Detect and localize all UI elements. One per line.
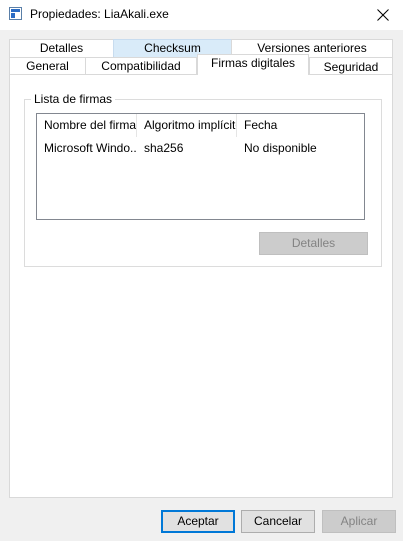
window-app-icon [9, 7, 22, 20]
tab-detalles[interactable]: Detalles [9, 39, 114, 58]
column-header-algorithm[interactable]: Algoritmo implícito [137, 114, 237, 137]
cancel-button[interactable]: Cancelar [241, 510, 315, 533]
tab-label: Versiones anteriores [257, 41, 367, 55]
algorithm-cell: sha256 [144, 141, 184, 155]
tab-compatibilidad[interactable]: Compatibilidad [85, 57, 197, 75]
date-cell: No disponible [244, 141, 317, 155]
tab-label: General [26, 59, 69, 73]
list-header: Nombre del firma... Algoritmo implícito … [37, 114, 364, 137]
tab-label: Seguridad [323, 60, 379, 74]
close-button[interactable] [363, 0, 403, 30]
digital-signatures-panel: Lista de firmas Nombre del firma... Algo… [9, 74, 393, 498]
signature-list-group: Lista de firmas Nombre del firma... Algo… [24, 92, 382, 267]
list-item[interactable]: Microsoft Windo... sha256 No disponible [37, 138, 364, 158]
tab-label: Checksum [144, 41, 201, 55]
signature-list-label: Lista de firmas [31, 92, 116, 106]
column-header-name[interactable]: Nombre del firma... [37, 114, 137, 137]
title-bar: Propiedades: LiaAkali.exe [0, 0, 403, 30]
tab-seguridad[interactable]: Seguridad [309, 57, 393, 75]
tab-label: Detalles [39, 41, 84, 55]
apply-button[interactable]: Aplicar [322, 510, 396, 533]
window-title: Propiedades: LiaAkali.exe [30, 7, 169, 21]
close-icon [377, 9, 389, 21]
details-button[interactable]: Detalles [259, 232, 368, 255]
tab-general[interactable]: General [9, 57, 86, 75]
signature-list[interactable]: Nombre del firma... Algoritmo implícito … [36, 113, 365, 220]
signer-name-cell: Microsoft Windo... [44, 141, 137, 155]
tab-label: Compatibilidad [101, 59, 181, 73]
properties-window: Propiedades: LiaAkali.exe Detalles Check… [0, 0, 403, 541]
accept-button[interactable]: Aceptar [161, 510, 235, 533]
column-header-date[interactable]: Fecha [237, 114, 362, 137]
tab-label: Firmas digitales [210, 56, 296, 70]
tab-firmas-digitales[interactable]: Firmas digitales [197, 54, 309, 75]
